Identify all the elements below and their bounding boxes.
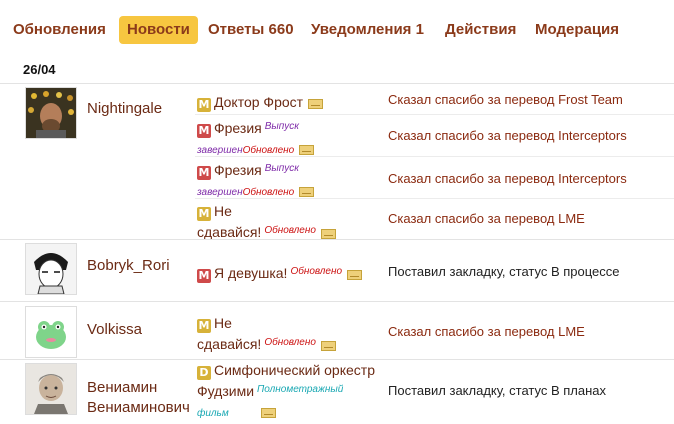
release-tag: Выпуск xyxy=(264,121,299,132)
list-item: M Фрезия Выпуск завершенОбновлено xyxy=(197,117,387,161)
tab-replies[interactable]: Ответы 660 xyxy=(200,16,302,44)
action-text: Поставил закладку, статус В планах xyxy=(388,383,607,398)
username-volkissa[interactable]: Volkissa xyxy=(87,320,142,340)
format-tag: Полнометражный xyxy=(257,384,344,395)
action-text: Сказал спасибо за перевод Interceptors xyxy=(388,171,627,186)
avatar-nightingale-image xyxy=(26,88,76,138)
date-header: 26/04 xyxy=(23,62,56,77)
tab-news[interactable]: Новости xyxy=(119,16,198,44)
action-text: Сказал спасибо за перевод Frost Team xyxy=(388,92,623,107)
updated-tag: Обновлено xyxy=(242,145,295,156)
envelope-icon[interactable] xyxy=(260,408,276,418)
username-bobryk-rori[interactable]: Bobryk_Rori xyxy=(87,256,170,276)
action-text: Сказал спасибо за перевод LME xyxy=(388,211,585,226)
avatar-veniamin-image xyxy=(26,364,76,414)
action-text: Сказал спасибо за перевод LME xyxy=(388,324,585,339)
tab-notifications[interactable]: Уведомления 1 xyxy=(303,16,432,44)
tab-updates[interactable]: Обновления xyxy=(5,16,114,44)
username-nightingale[interactable]: Nightingale xyxy=(87,99,162,119)
manga-icon: M xyxy=(197,319,211,333)
title-link[interactable]: Фрезия xyxy=(214,162,262,178)
dorama-icon: D xyxy=(197,366,211,380)
release-status: завершен xyxy=(197,187,243,198)
avatar[interactable] xyxy=(25,363,77,415)
updated-tag: Обновлено xyxy=(264,225,316,236)
release-status: завершен xyxy=(197,145,243,156)
divider xyxy=(0,83,674,84)
manhwa-icon: M xyxy=(197,166,211,180)
avatar-volkissa-image xyxy=(26,307,76,357)
avatar-bobryk-image xyxy=(26,244,76,294)
title-link[interactable]: Фрезия xyxy=(214,120,262,136)
manhwa-icon: M xyxy=(197,269,211,283)
action-text: Поставил закладку, статус В процессе xyxy=(388,264,620,279)
username-line2[interactable]: Вениаминович xyxy=(87,399,190,416)
divider xyxy=(195,114,674,115)
divider xyxy=(195,198,674,199)
tab-moderation[interactable]: Модерация xyxy=(527,16,627,44)
manga-icon: M xyxy=(197,207,211,221)
divider xyxy=(0,239,674,240)
title-link[interactable]: Симфонический оркестр xyxy=(214,362,375,378)
list-item: MЯ девушка! Обновлено xyxy=(197,262,387,283)
release-tag: Выпуск xyxy=(264,163,299,174)
list-item: M Фрезия Выпуск завершенОбновлено xyxy=(197,159,387,203)
updated-tag: Обновлено xyxy=(290,266,343,277)
list-item: M Доктор Фрост xyxy=(197,92,387,112)
avatar[interactable] xyxy=(25,243,77,295)
manga-icon: M xyxy=(197,98,211,112)
list-item: M Не сдавайся! Обновлено xyxy=(197,201,387,242)
format-tag-line2: фильм xyxy=(197,408,229,419)
tab-actions[interactable]: Действия xyxy=(437,16,524,44)
action-text: Сказал спасибо за перевод Interceptors xyxy=(388,128,627,143)
username-line1[interactable]: Вениамин xyxy=(87,379,157,396)
avatar[interactable] xyxy=(25,306,77,358)
divider xyxy=(0,301,674,302)
title-link-line2[interactable]: сдавайся! xyxy=(197,224,261,240)
divider xyxy=(195,156,674,157)
title-link-line2[interactable]: сдавайся! xyxy=(197,336,261,352)
title-link-line2[interactable]: Фудзими xyxy=(197,383,254,399)
envelope-icon[interactable] xyxy=(347,270,363,280)
updated-tag: Обновлено xyxy=(264,337,316,348)
title-link[interactable]: Не xyxy=(214,203,232,219)
tab-bar: Обновления Новости Ответы 660 Уведомлени… xyxy=(0,0,674,56)
envelope-icon[interactable] xyxy=(320,341,336,351)
title-link[interactable]: Я девушка! xyxy=(214,265,287,281)
title-link[interactable]: Доктор Фрост xyxy=(214,94,303,110)
list-item: M Не сдавайся! Обновлено xyxy=(197,313,387,354)
list-item: D Симфонический оркестр Фудзими Полнометра… xyxy=(197,360,392,424)
title-link[interactable]: Не xyxy=(214,315,232,331)
avatar[interactable] xyxy=(25,87,77,139)
updated-tag: Обновлено xyxy=(242,187,295,198)
manhwa-icon: M xyxy=(197,124,211,138)
envelope-icon[interactable] xyxy=(320,229,336,239)
envelope-icon[interactable] xyxy=(299,187,315,197)
username-veniamin[interactable]: Вениамин Вениаминович xyxy=(87,378,190,418)
envelope-icon[interactable] xyxy=(299,145,315,155)
envelope-icon[interactable] xyxy=(308,99,324,109)
